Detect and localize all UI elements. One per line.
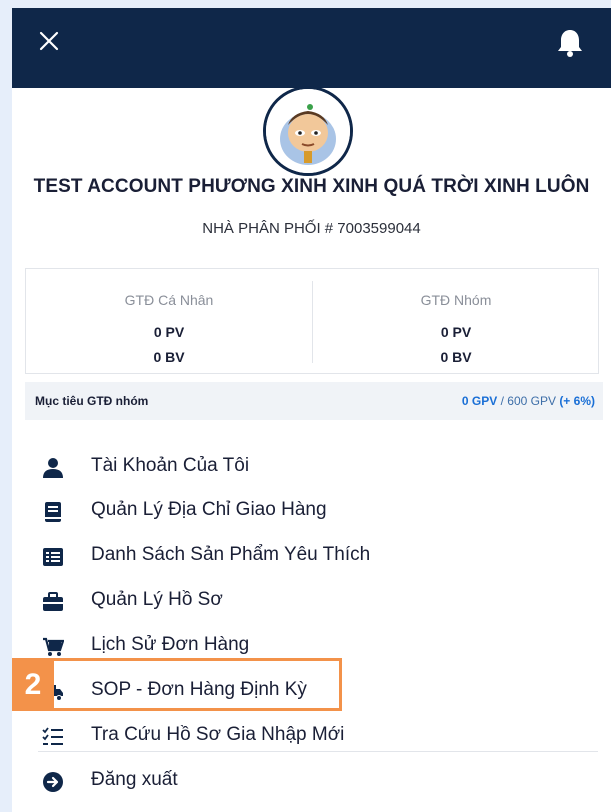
group-pv-value: 0 PV (440, 324, 472, 340)
group-goal-target: / 600 GPV (497, 394, 560, 408)
personal-pv-value: 0 PV (153, 324, 185, 340)
personal-bv-value: 0 BV (153, 349, 185, 365)
menu-item-my-account[interactable]: Tài Khoản Của Tôi (38, 447, 598, 487)
cart-icon (43, 637, 64, 656)
bell-icon (558, 30, 582, 57)
distributor-id: NHÀ PHÂN PHỐI # 7003599044 (202, 220, 421, 237)
menu-item-favorites[interactable]: Danh Sách Sản Phẩm Yêu Thích (38, 536, 598, 576)
group-stats: GTĐ Nhóm 0 PV 0 BV (313, 269, 599, 375)
list-icon (43, 548, 63, 566)
close-icon (39, 31, 59, 51)
avatar[interactable] (263, 86, 353, 176)
group-goal-label: Mục tiêu GTĐ nhóm (35, 394, 149, 408)
menu-item-profile-management[interactable]: Quản Lý Hồ Sơ (38, 581, 598, 621)
menu-item-shipping-address[interactable]: Quản Lý Địa Chỉ Giao Hàng (38, 491, 598, 531)
close-button[interactable] (37, 29, 61, 53)
briefcase-icon (43, 592, 63, 611)
notifications-button[interactable] (556, 28, 584, 58)
stats-box: GTĐ Cá Nhân 0 PV 0 BV GTĐ Nhóm 0 PV 0 BV (25, 268, 599, 374)
menu-item-label: Đăng xuất (91, 769, 178, 790)
personal-stats-label: GTĐ Cá Nhân (124, 292, 214, 308)
checklist-icon (42, 727, 63, 745)
menu-item-label: Lịch Sử Đơn Hàng (91, 634, 250, 655)
step-number-badge: 2 (12, 658, 54, 711)
side-menu-panel: TEST ACCOUNT PHƯƠNG XINH XINH QUÁ TRỜI X… (12, 8, 611, 812)
menu-item-logout[interactable]: Đăng xuất (38, 761, 598, 801)
group-goal-bar: Mục tiêu GTĐ nhóm 0 GPV / 600 GPV (+ 6%) (25, 382, 603, 420)
user-icon (43, 458, 63, 478)
group-goal-value: 0 GPV / 600 GPV (+ 6%) (462, 394, 595, 408)
menu-item-label: Danh Sách Sản Phẩm Yêu Thích (91, 544, 371, 565)
menu-divider (38, 751, 598, 752)
group-bv-value: 0 BV (440, 349, 472, 365)
menu-item-label: Tra Cứu Hồ Sơ Gia Nhập Mới (91, 724, 345, 745)
logout-icon (43, 772, 63, 792)
menu-item-label: Tài Khoản Của Tôi (91, 455, 250, 476)
group-goal-current: 0 GPV (461, 394, 498, 408)
step-highlight-box (42, 658, 342, 711)
menu-item-label: Quản Lý Hồ Sơ (91, 589, 223, 610)
personal-stats: GTĐ Cá Nhân 0 PV 0 BV (26, 269, 312, 375)
account-name: TEST ACCOUNT PHƯƠNG XINH XINH QUÁ TRỜI X… (33, 176, 590, 197)
group-goal-percent: (+ 6%) (559, 394, 595, 408)
avatar-image (266, 89, 350, 173)
menu-item-new-member-lookup[interactable]: Tra Cứu Hồ Sơ Gia Nhập Mới (38, 716, 598, 756)
address-book-icon (45, 502, 61, 522)
menu-header (12, 8, 611, 88)
group-stats-label: GTĐ Nhóm (420, 292, 492, 308)
menu-item-label: Quản Lý Địa Chỉ Giao Hàng (91, 499, 327, 520)
